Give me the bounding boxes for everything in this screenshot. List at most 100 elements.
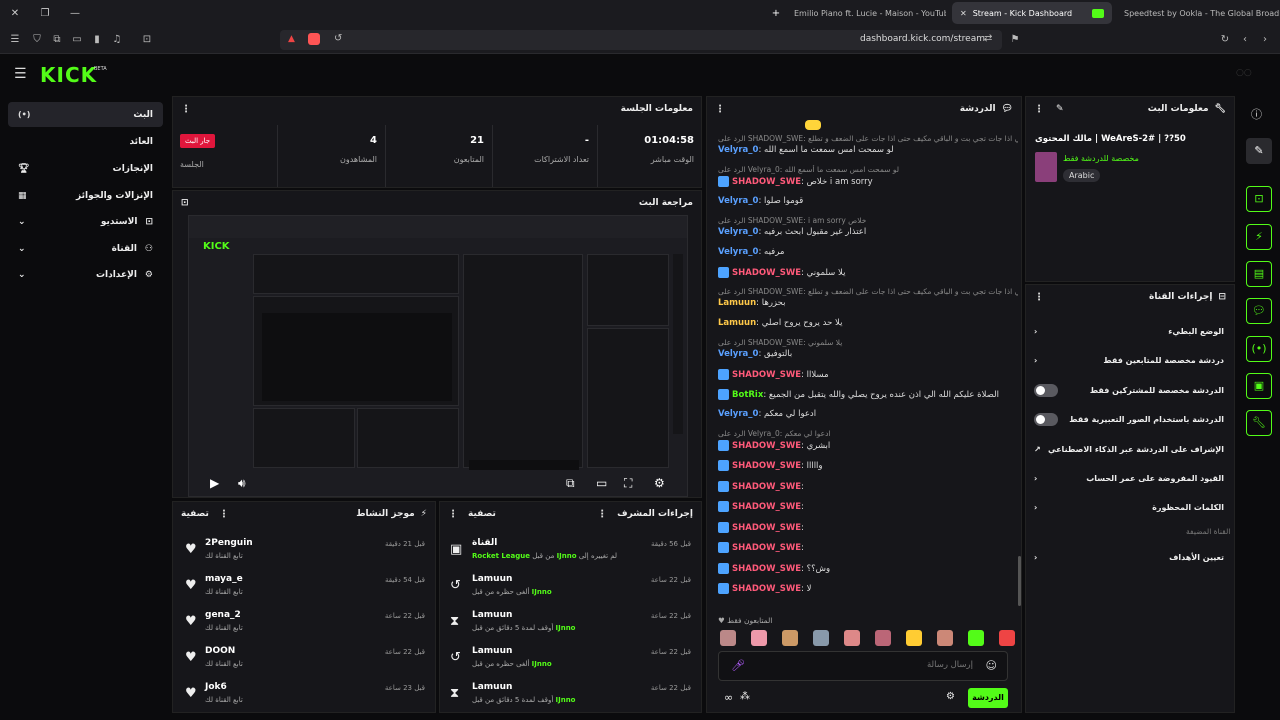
chat-username[interactable]: Lamuun [718, 298, 756, 308]
chat-username[interactable]: Velyra_0 [718, 227, 758, 237]
minimize-window-icon[interactable]: — [68, 7, 82, 21]
edit-layout-icon[interactable]: ✎ [1246, 138, 1272, 164]
activity-row[interactable]: ♥ DOON تابع القناة لك قبل 22 ساعة [173, 642, 435, 676]
chat-message[interactable]: SHADOW_SWE: مسلااا [718, 369, 1018, 380]
chat-username[interactable]: BotRix [732, 390, 763, 400]
chat-username[interactable]: SHADOW_SWE [732, 482, 801, 492]
emote[interactable] [813, 630, 829, 646]
volume-icon[interactable]: 🔊︎ [238, 476, 246, 491]
chat-reply-context[interactable]: الرد على SHADOW_SWE: دوزني اذا جات تجي ب… [718, 134, 1018, 143]
action-slow-mode[interactable]: › الوضع البطيء [1026, 317, 1232, 345]
more-icon[interactable]: ⋮ [597, 509, 607, 520]
action-account-age[interactable]: › القيود المفروضة على عمر الحساب [1026, 464, 1232, 492]
emote[interactable] [968, 630, 984, 646]
action-set-goals[interactable]: › تعيين الأهداف [1026, 543, 1232, 571]
chat-message[interactable]: Velyra_0: بالتوفيق [718, 349, 1018, 359]
emoji-icon[interactable]: ☺ [986, 659, 997, 672]
mod-action-row[interactable]: ⧗ Lamuun أوقف لمدة 5 دقائق من قبل IJnno قبل… [440, 678, 701, 712]
action-emote-only[interactable]: الدردشة باستخدام الصور التعبيرية فقط [1026, 405, 1232, 433]
chat-message[interactable]: SHADOW_SWE: لا [718, 582, 1018, 594]
emote[interactable] [844, 630, 860, 646]
theater-icon[interactable]: ▭ [596, 476, 607, 490]
rail-info-icon[interactable]: ▤ [1246, 261, 1272, 287]
more-icon[interactable]: ⋮ [1034, 104, 1044, 115]
address-bar[interactable]: ▲ ↺ dashboard.kick.com/stream ⇄ [280, 30, 1002, 50]
tab-search-icon[interactable]: ⊡ [140, 33, 154, 47]
chat-username[interactable]: SHADOW_SWE [732, 523, 801, 533]
sidebar-item-channel[interactable]: ⌄ القناة ⚇ [8, 236, 163, 261]
tab-kick-dashboard[interactable]: ✕ Stream - Kick Dashboard [952, 2, 1112, 24]
share-icon[interactable]: ⇄ [984, 33, 992, 44]
forward-icon[interactable]: › [1258, 33, 1272, 47]
restore-window-icon[interactable]: ❐ [38, 7, 52, 21]
action-ai-moderation[interactable]: ↗ الإشراف على الدردشة عبر الذكاء الاصطنا… [1026, 435, 1232, 463]
picture-in-picture-icon[interactable]: ⧉ [566, 476, 575, 491]
reader-icon[interactable]: ↺ [334, 33, 342, 44]
subscribers-only-toggle[interactable] [1034, 383, 1058, 397]
emote[interactable] [782, 630, 798, 646]
info-icon[interactable]: ⓘ [1251, 106, 1262, 122]
extension-icon[interactable]: ⧉ [50, 33, 64, 47]
chat-message[interactable]: SHADOW_SWE: [718, 542, 1018, 553]
play-icon[interactable]: ▶ [210, 476, 219, 490]
video-player[interactable]: KICK [188, 215, 688, 497]
rail-activity-icon[interactable]: ⚡︎ [1246, 224, 1272, 250]
sidebar-item-achievements[interactable]: 🏆︎ الإنجازات [8, 156, 163, 181]
sidebar-icon[interactable]: ▮ [90, 33, 104, 47]
chat-username[interactable]: SHADOW_SWE [732, 268, 801, 278]
action-banned-words[interactable]: › الكلمات المحظورة [1026, 493, 1232, 521]
microphone-icon[interactable]: 🎤︎ [731, 659, 745, 672]
mod-action-row[interactable]: ↺ Lamuun ألغى حظره من قبل IJnno قبل 22 ساعة [440, 570, 701, 604]
sidebar-item-studio[interactable]: ⌄ الاستديو ⊡ [8, 209, 163, 234]
chat-message[interactable]: Velyra_0: اعتذار غير مقبول ابحث برفيه [718, 227, 1018, 237]
action-followers-only[interactable]: › دردشة مخصصة للمتابعين فقط [1026, 346, 1232, 374]
mod-action-row[interactable]: ▣ القناة Rocket League من قبل IJnno لم تغي… [440, 534, 701, 568]
filter-button[interactable]: تصفية [181, 509, 209, 519]
chat-username[interactable]: Velyra_0 [718, 247, 758, 257]
chat-message[interactable]: Velyra_0: لو سمحت امس سمعت ما أسمع الله [718, 145, 1018, 155]
more-icon[interactable]: ⋮ [219, 509, 229, 520]
rail-chat-icon[interactable]: 💬︎ [1246, 298, 1272, 324]
action-subscribers-only[interactable]: الدردشة مخصصة للمشتركين فقط [1026, 376, 1232, 404]
mod-action-row[interactable]: ↺ Lamuun ألغى حظره من قبل IJnno قبل 22 ساعة [440, 642, 701, 676]
activity-row[interactable]: ♥ Jok6 تابع القناة لك قبل 23 ساعة [173, 678, 435, 712]
activity-row[interactable]: ♥ 2Penguin تابع القناة لك قبل 21 دقيقة [173, 534, 435, 568]
chat-scrollbar[interactable] [1018, 556, 1021, 606]
sidebar-item-settings[interactable]: ⌄ الإعدادات ⚙ [8, 262, 163, 287]
emote[interactable] [999, 630, 1015, 646]
emote[interactable] [720, 630, 736, 646]
chat-message[interactable]: SHADOW_SWE: [718, 480, 1018, 492]
more-icon[interactable]: ⋮ [448, 509, 458, 520]
chat-message[interactable]: Velyra_0: ادعوا لي معكم [718, 409, 1018, 419]
infinity-icon[interactable]: ∞ [724, 691, 733, 704]
chat-username[interactable]: SHADOW_SWE [732, 461, 801, 471]
rail-preview-icon[interactable]: ⊡ [1246, 186, 1272, 212]
hamburger-icon[interactable]: ☰ [14, 66, 27, 82]
stream-category[interactable]: مخصصة للدردشة فقط [1063, 154, 1139, 163]
chat-message[interactable]: Velyra_0: مرفيه [718, 247, 1018, 257]
emote[interactable] [906, 630, 922, 646]
sidebar-item-stream[interactable]: (•) البث [8, 102, 163, 127]
more-icon[interactable]: ⋮ [181, 104, 191, 115]
shield-icon[interactable]: ⛉ [30, 33, 44, 47]
chat-username[interactable]: SHADOW_SWE [732, 584, 801, 594]
emote[interactable] [875, 630, 891, 646]
close-tab-icon[interactable]: ✕ [960, 9, 967, 18]
close-window-icon[interactable]: ✕ [8, 7, 22, 21]
more-icon[interactable]: ⋮ [715, 104, 725, 115]
chat-username[interactable]: Velyra_0 [718, 196, 758, 206]
chat-message[interactable]: BotRix: الصلاة عليكم الله الي اذن عنده ي… [718, 389, 1018, 400]
avatar[interactable]: ○○ [1236, 68, 1252, 78]
chat-reply-context[interactable]: الرد على SHADOW_SWE: يلا سلموني [718, 338, 1018, 347]
chat-message[interactable]: SHADOW_SWE: [718, 521, 1018, 533]
send-chat-button[interactable]: الدردشة [968, 688, 1008, 708]
filter-button[interactable]: تصفية [468, 509, 496, 519]
sidebar-item-drops[interactable]: ▦ الإنزالات والجوائز [8, 183, 163, 208]
chat-username[interactable]: Velyra_0 [718, 349, 758, 359]
chat-username[interactable]: Lamuun [718, 318, 756, 328]
mod-action-row[interactable]: ⧗ Lamuun أوقف لمدة 5 دقائق من قبل IJnno قبل… [440, 606, 701, 640]
rail-broadcast-icon[interactable]: (•) [1246, 336, 1272, 362]
chat-reply-context[interactable]: الرد على SHADOW_SWE: دوزني اذا جات تجي ب… [718, 287, 1018, 296]
emote[interactable] [937, 630, 953, 646]
music-icon[interactable]: ♫ [110, 33, 124, 47]
